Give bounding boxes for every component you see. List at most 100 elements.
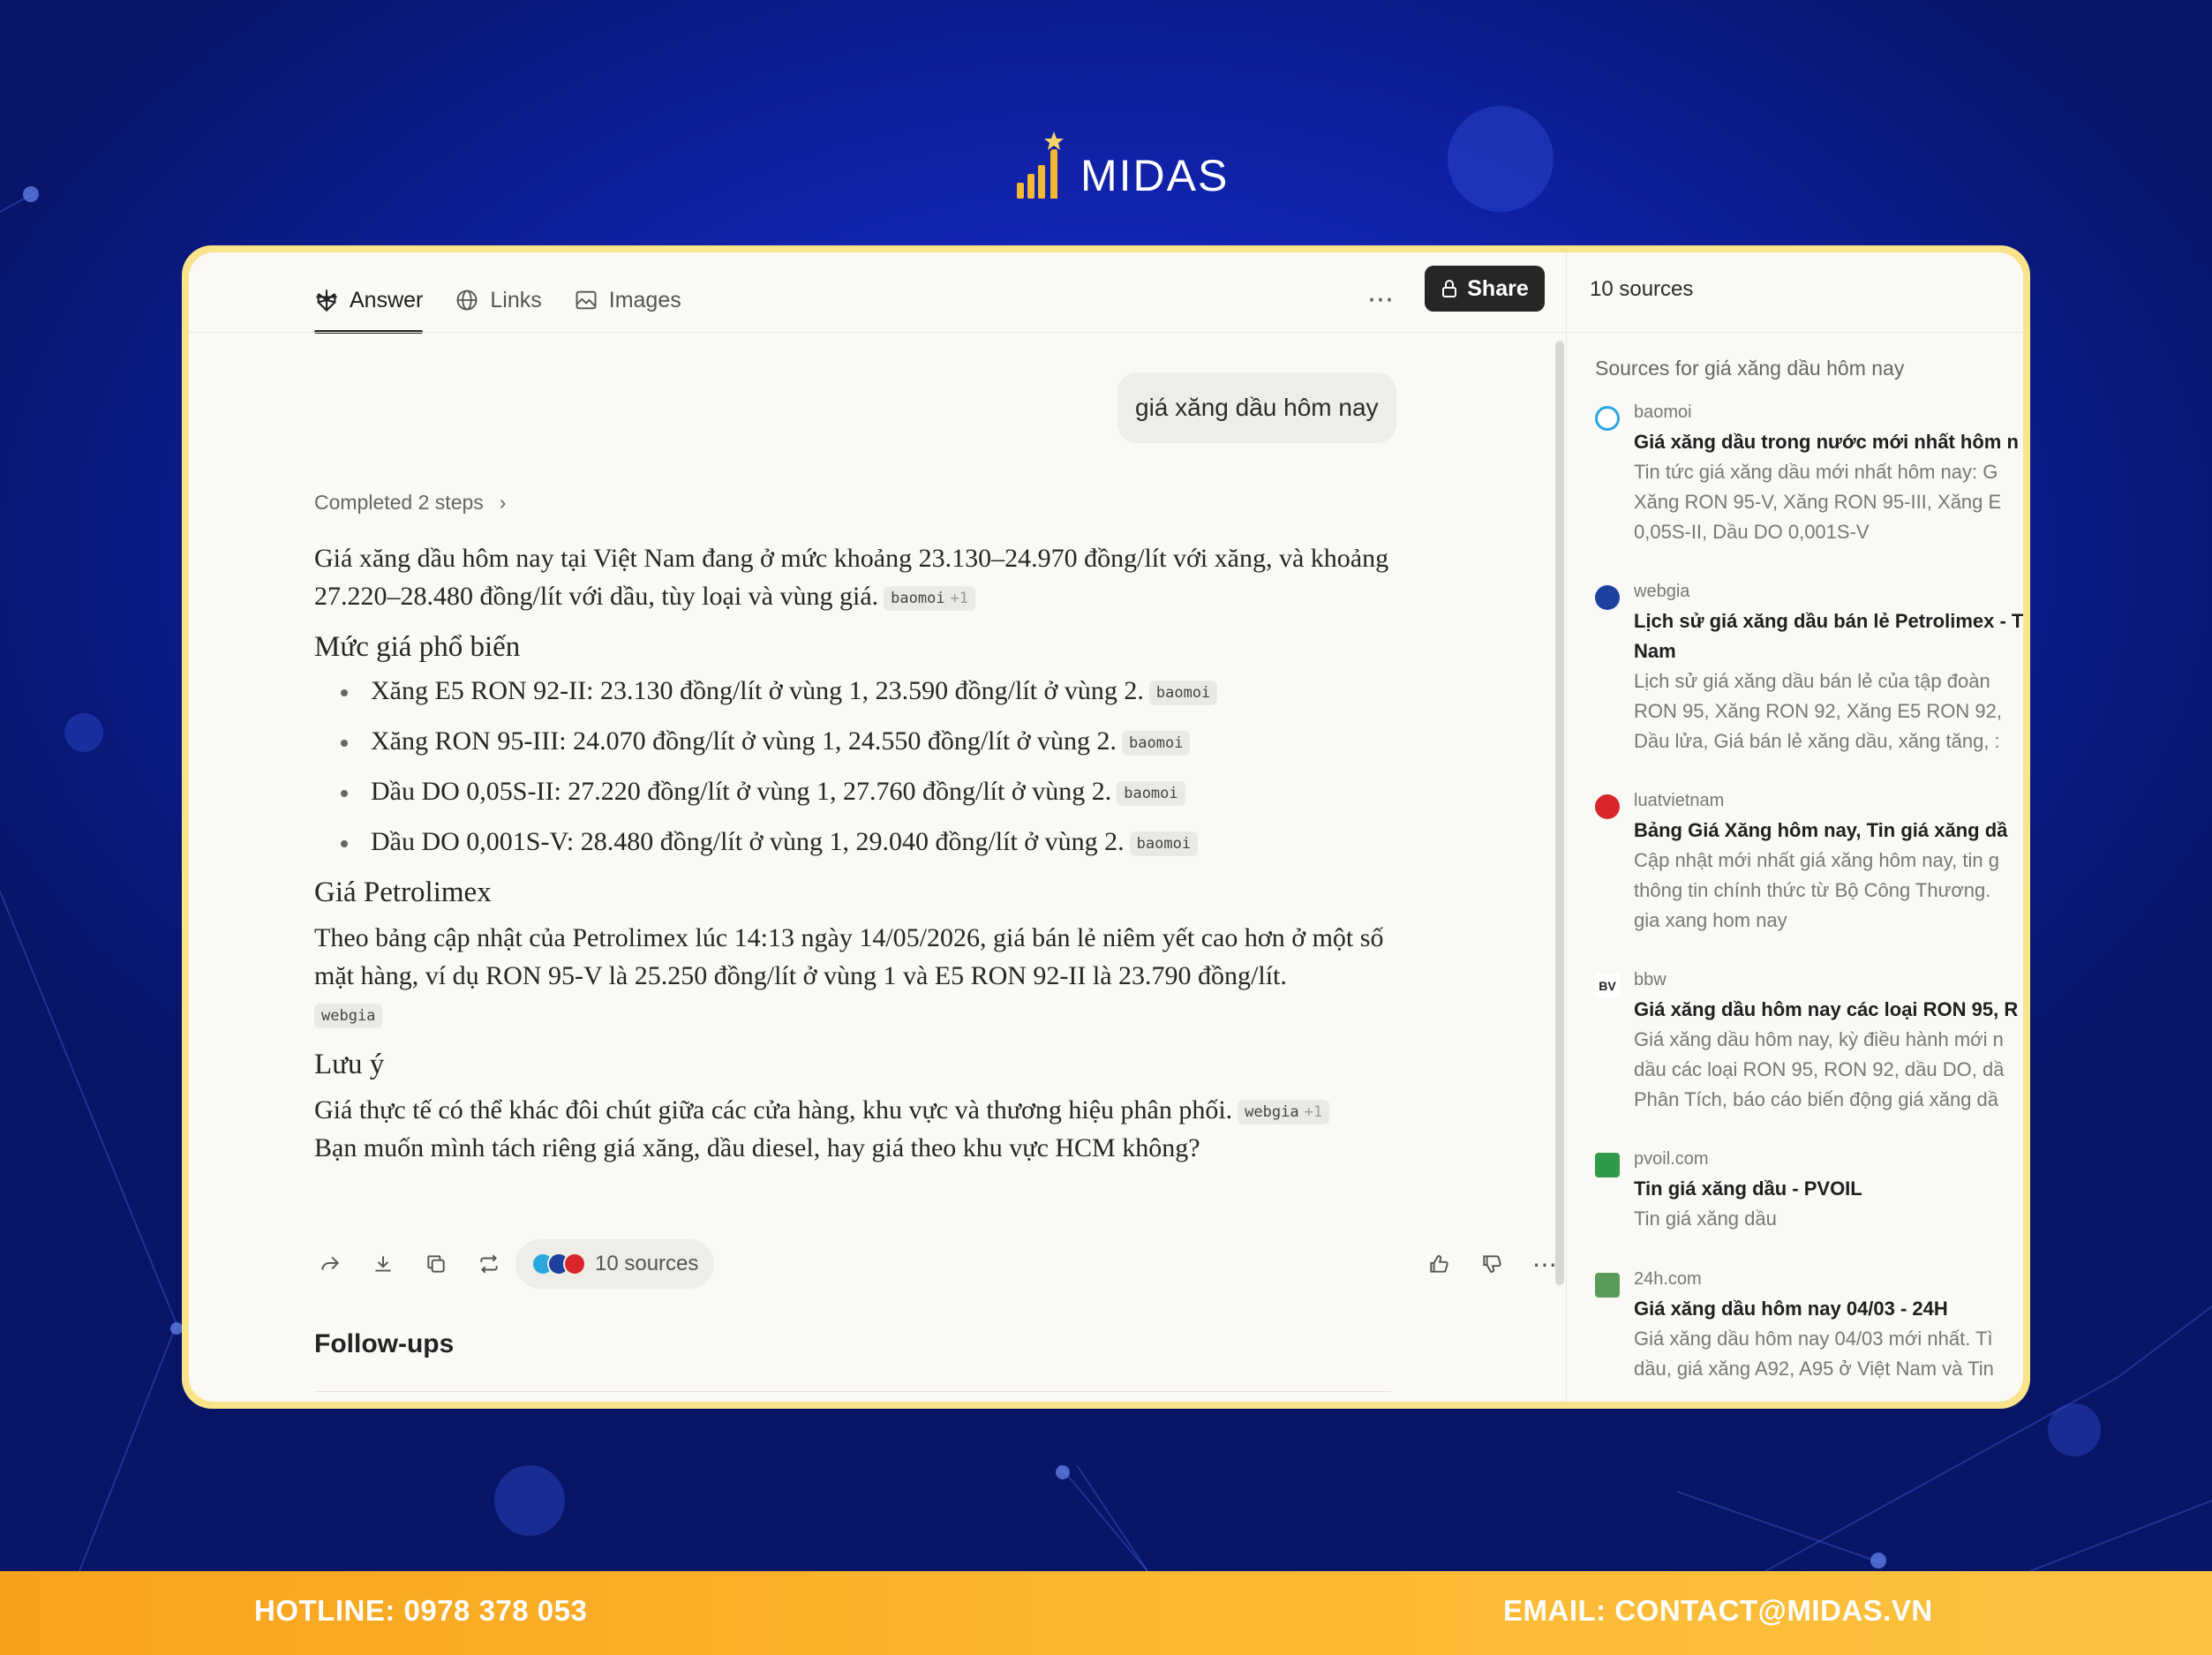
tab-answer[interactable]: Answer [314, 279, 424, 334]
note-paragraph: Giá thực tế có thể khác đôi chút giữa cá… [314, 1091, 1418, 1167]
note-text: Giá thực tế có thể khác đôi chút giữa cá… [314, 1095, 1233, 1125]
source-item[interactable]: luatvietnam Bảng Giá Xăng hôm nay, Tin g… [1595, 791, 2023, 932]
source-item[interactable]: 24h.com Giá xăng dầu hôm nay 04/03 - 24H… [1595, 1269, 2023, 1393]
section-heading-note: Lưu ý [314, 1049, 385, 1080]
section-heading-common-prices: Mức giá phổ biến [314, 631, 521, 663]
citation-badge[interactable]: webgia [314, 1004, 383, 1029]
download-button[interactable] [367, 1248, 399, 1280]
list-item-text: Xăng E5 RON 92-II: 23.130 đồng/lít ở vùn… [371, 676, 1144, 705]
source-desc: Giá xăng dầu hôm nay 04/03 mới nhất. Tì [1634, 1328, 1993, 1350]
answer-actions-bar: 10 sources ⋯ [314, 1239, 1568, 1292]
petrolimex-paragraph: Theo bảng cập nhật của Petrolimex lúc 14… [314, 919, 1418, 1033]
source-desc: 0,05S-II, Dầu DO 0,001S-V [1634, 521, 1870, 543]
citation-badge[interactable]: baomoi [1148, 681, 1218, 706]
followups-heading: Follow-ups [314, 1329, 455, 1358]
source-desc: Tin giá xăng dầu [1634, 1207, 1777, 1230]
list-item: Xăng E5 RON 92-II: 23.130 đồng/lít ở vùn… [341, 673, 1418, 709]
source-item[interactable]: baomoi Giá xăng dầu trong nước mới nhất … [1595, 402, 2023, 544]
citation-badge[interactable]: webgia +1 [1238, 1100, 1330, 1125]
citation-count: +1 [950, 590, 969, 608]
sources-sidebar: 10 sources Sources for giá xăng dầu hôm … [1566, 252, 2023, 1402]
webgia-favicon-icon [1595, 585, 1620, 610]
source-title: Bảng Giá Xăng hôm nay, Tin giá xăng dầ [1634, 819, 2008, 841]
answer-intro-text: Giá xăng dầu hôm nay tại Việt Nam đang ở… [314, 544, 1389, 611]
source-desc: thông tin chính thức từ Bộ Công Thương. [1634, 879, 1991, 901]
source-title: Giá xăng dầu hôm nay 04/03 - 24H [1634, 1298, 1948, 1320]
email-text: EMAIL: CONTACT@MIDAS.VN [1503, 1594, 1933, 1627]
download-icon [375, 1256, 391, 1272]
image-icon [576, 290, 597, 310]
tab-links[interactable]: Links [455, 279, 542, 321]
tab-links-label: Links [490, 287, 542, 312]
tab-answer-label: Answer [350, 287, 424, 312]
tab-bar: Answer Links Images [314, 279, 681, 334]
list-item: Xăng RON 95-III: 24.070 đồng/lít ở vùng … [341, 724, 1418, 759]
luatvietnam-favicon-icon [563, 1253, 586, 1275]
user-query-bubble: giá xăng dầu hôm nay [1117, 372, 1396, 443]
source-title: Nam [1634, 640, 1676, 662]
list-item-text: Xăng RON 95-III: 24.070 đồng/lít ở vùng … [371, 726, 1117, 756]
tab-images[interactable]: Images [574, 279, 681, 321]
source-desc: Dầu lửa, Giá bán lẻ xăng dầu, xăng tăng,… [1634, 730, 2000, 752]
sidebar-subtitle: Sources for giá xăng dầu hôm nay [1595, 357, 1905, 380]
citation-badge[interactable]: baomoi +1 [884, 586, 976, 612]
followup-question-text: Bạn muốn mình tách riêng giá xăng, dầu d… [314, 1133, 1200, 1162]
source-item[interactable]: pvoil.com Tin giá xăng dầu - PVOIL Tin g… [1595, 1149, 2023, 1237]
citation-badge[interactable]: baomoi [1122, 731, 1191, 756]
source-item[interactable]: BV bbw Giá xăng dầu hôm nay các loại RON… [1595, 970, 2023, 1111]
tab-divider [189, 332, 1566, 333]
pvoil-favicon-icon [1595, 1153, 1620, 1177]
price-list: Xăng E5 RON 92-II: 23.130 đồng/lít ở vùn… [341, 673, 1418, 860]
source-domain: webgia [1634, 582, 1690, 601]
baomoi-favicon-icon [1595, 406, 1620, 431]
source-desc: Lịch sử giá xăng dầu bán lẻ của tập đoàn [1634, 670, 1990, 692]
contact-footer: HOTLINE: 0978 378 053 EMAIL: CONTACT@MID… [0, 1571, 2212, 1655]
thumbs-down-icon [1483, 1255, 1501, 1273]
list-item: Dầu DO 0,05S-II: 27.220 đồng/lít ở vùng … [341, 774, 1418, 809]
share-arrow-icon [321, 1256, 340, 1270]
thumbs-up-button[interactable] [1423, 1248, 1455, 1280]
chevron-right-icon: › [499, 491, 507, 514]
citation-badge[interactable]: baomoi [1129, 831, 1199, 857]
thumbs-down-button[interactable] [1476, 1248, 1508, 1280]
source-desc: Tin tức giá xăng dầu mới nhất hôm nay: G [1634, 461, 1998, 483]
source-title: Lịch sử giá xăng dầu bán lẻ Petrolimex -… [1634, 610, 2023, 632]
source-title: Giá xăng dầu hôm nay các loại RON 95, R [1634, 998, 2019, 1020]
completed-steps-toggle[interactable]: Completed 2 steps › [314, 491, 506, 515]
petrolimex-text: Theo bảng cập nhật của Petrolimex lúc 14… [314, 923, 1384, 990]
sources-pill-label: 10 sources [595, 1252, 699, 1275]
source-title: Giá xăng dầu trong nước mới nhất hôm n [1634, 431, 2019, 453]
followups-divider [314, 1391, 1391, 1392]
answer-intro: Giá xăng dầu hôm nay tại Việt Nam đang ở… [314, 539, 1418, 615]
rewrite-button[interactable] [473, 1248, 505, 1280]
more-options-button[interactable]: ⋯ [1367, 284, 1395, 315]
source-desc: Phân Tích, báo cáo biến động giá xăng dầ [1634, 1088, 1999, 1110]
steps-label: Completed 2 steps [314, 491, 484, 514]
answer-pane: Answer Links Images ⋯ Share giá xăng dầu… [189, 252, 1566, 1402]
share-label: Share [1467, 275, 1529, 301]
share-answer-button[interactable] [314, 1248, 346, 1280]
source-favicons [531, 1253, 586, 1275]
copy-button[interactable] [420, 1248, 452, 1280]
share-button[interactable]: Share [1425, 266, 1545, 312]
bbw-favicon-icon: BV [1595, 974, 1620, 998]
midas-logo: MIDAS [1015, 128, 1229, 203]
copy-icon [427, 1255, 445, 1273]
list-item: Dầu DO 0,001S-V: 28.480 đồng/lít ở vùng … [341, 824, 1418, 860]
source-desc: dầu, giá xăng A92, A95 ở Việt Nam và Tin [1634, 1358, 1994, 1380]
source-domain: bbw [1634, 970, 1667, 989]
citation-badge[interactable]: baomoi [1117, 781, 1185, 807]
answer-scrollbar[interactable] [1555, 341, 1564, 1285]
citation-count: +1 [1304, 1103, 1323, 1122]
source-domain: baomoi [1634, 402, 1692, 422]
globe-icon [456, 290, 478, 311]
source-item[interactable]: webgia Lịch sử giá xăng dầu bán lẻ Petro… [1595, 582, 2023, 758]
source-domain: pvoil.com [1634, 1149, 1709, 1169]
luatvietnam-favicon-icon [1595, 794, 1620, 819]
source-desc: RON 95, Xăng RON 92, Xăng E5 RON 92, [1634, 700, 2002, 722]
list-item-text: Dầu DO 0,001S-V: 28.480 đồng/lít ở vùng … [371, 827, 1125, 856]
source-domain: 24h.com [1634, 1269, 1702, 1289]
answer-body: Giá xăng dầu hôm nay tại Việt Nam đang ở… [314, 539, 1418, 1167]
source-title: Tin giá xăng dầu - PVOIL [1634, 1177, 1862, 1200]
sources-pill-button[interactable]: 10 sources [515, 1239, 715, 1289]
